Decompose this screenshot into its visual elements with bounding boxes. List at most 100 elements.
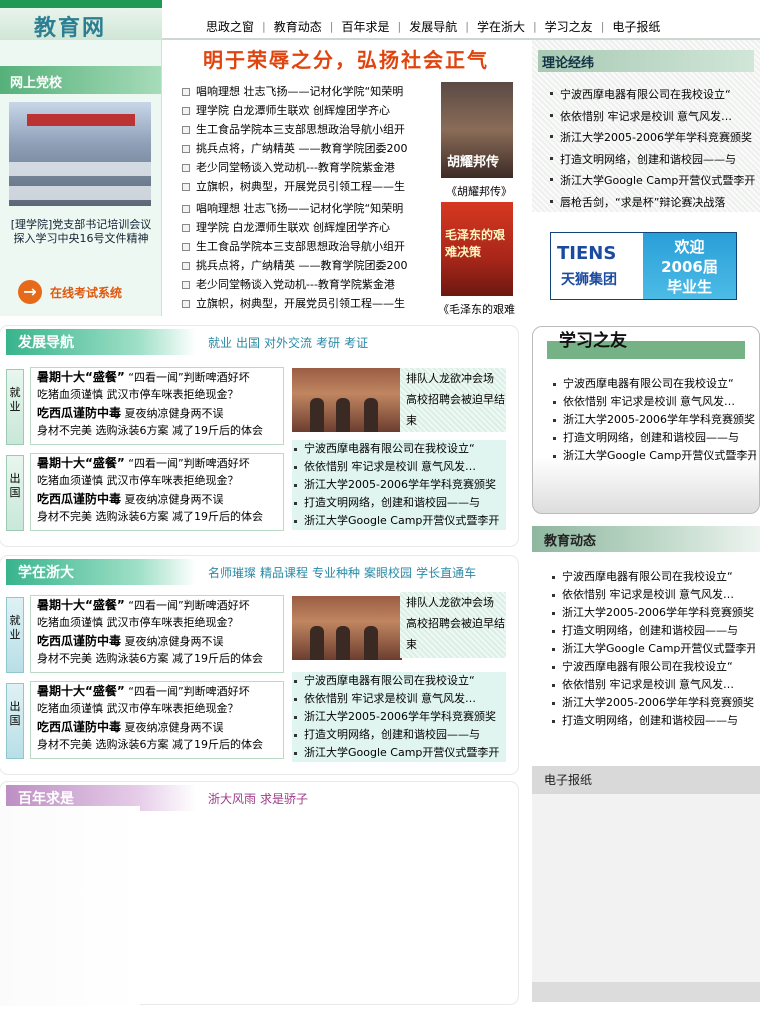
online-school-title: 网上党校 (0, 66, 161, 94)
tiens-ad-banner[interactable]: TIENS 天狮集团 欢迎 2006届 毕业生 (550, 232, 737, 300)
list-item[interactable]: 立旗帜，树典型，开展党员引领工程——生 (180, 294, 423, 313)
list-item[interactable]: 唱响理想 壮志飞扬——记材化学院“知荣明 (180, 199, 423, 218)
list-item[interactable]: 浙江大学2005-2006学年学科竞赛颁奖 (292, 708, 506, 726)
list-item[interactable]: 理学院 白龙潭师生联欢 创辉煌团学齐心 (180, 101, 423, 120)
news-line-highlight: 暑期十大“盛餐” (37, 684, 125, 698)
tab-employment[interactable]: 就业 (6, 597, 24, 673)
news-line[interactable]: 身材不完美 选购泳装6方案 减了19斤后的体会 (31, 422, 283, 440)
list-item[interactable]: 唇枪舌剑，“求是杯”辩论赛决战落 (548, 192, 756, 214)
news-line[interactable]: 吃猪血须谨慎 武汉市停车咪表拒绝现金？ (31, 386, 283, 404)
list-item[interactable]: 老少同堂畅谈入党动机---教育学院紫金港 (180, 275, 423, 294)
nav-item[interactable]: 电子报纸 (604, 18, 668, 35)
job-fair-photo[interactable] (292, 368, 402, 432)
news-line[interactable]: 吃猪血须谨慎 武汉市停车咪表拒绝现金？ (31, 614, 283, 632)
list-item[interactable]: 浙江大学2005-2006学年学科竞赛颁奖 (548, 127, 756, 149)
list-item[interactable]: 打造文明网络，创建和谐校园——与 (550, 712, 755, 730)
list-item[interactable]: 依依惜别 牢记求是校训 意气风发… (550, 586, 755, 604)
online-exam-link[interactable]: → 在线考试系统 (18, 280, 122, 304)
list-item[interactable]: 生工食品学院本三支部思想政治导航小组开 (180, 237, 423, 256)
tab-abroad[interactable]: 出国 (6, 455, 24, 531)
news-line[interactable]: 吃西瓜谨防中毒 夏夜纳凉健身两不误 (31, 632, 283, 650)
news-line[interactable]: 吃西瓜谨防中毒 夏夜纳凉健身两不误 (31, 718, 283, 736)
section-link[interactable]: 精品课程 (260, 566, 308, 580)
list-item[interactable]: 理学院 白龙潭师生联欢 创辉煌团学齐心 (180, 218, 423, 237)
section-link[interactable]: 对外交流 (264, 336, 312, 350)
section-link[interactable]: 考研 (316, 336, 340, 350)
list-item[interactable]: 浙江大学Google Camp开营仪式暨李开 (548, 170, 756, 192)
list-item[interactable]: 浙江大学2005-2006学年学科竞赛颁奖 (550, 694, 755, 712)
list-item[interactable]: 宁波西摩电器有限公司在我校设立“ (292, 440, 506, 458)
book-caption[interactable]: 《毛泽东的艰难 (438, 301, 520, 317)
nav-item[interactable]: 学在浙大 (469, 18, 533, 35)
study-friend-panel: 学习之友 宁波西摩电器有限公司在我校设立“ 依依惜别 牢记求是校训 意气风发… 浙江… (532, 326, 760, 514)
news-line[interactable]: 吃西瓜谨防中毒 夏夜纳凉健身两不误 (31, 404, 283, 422)
news-line[interactable]: 吃西瓜谨防中毒 夏夜纳凉健身两不误 (31, 490, 283, 508)
list-item[interactable]: 依依惜别 牢记求是校训 意气风发… (551, 393, 756, 411)
list-item[interactable]: 宁波西摩电器有限公司在我校设立“ (550, 658, 755, 676)
list-item[interactable]: 唱响理想 壮志飞扬——记材化学院“知荣明 (180, 82, 423, 101)
section-link[interactable]: 出国 (236, 336, 260, 350)
news-line[interactable]: 暑期十大“盛餐” “四看一闻”判断啤酒好坏 (31, 596, 283, 614)
section-link[interactable]: 案眼校园 (364, 566, 412, 580)
training-photo[interactable] (9, 102, 151, 206)
list-item[interactable]: 依依惜别 牢记求是校训 意气风发… (292, 690, 506, 708)
list-item[interactable]: 生工食品学院本三支部思想政治导航小组开 (180, 120, 423, 139)
book-cover-hu-yaobang[interactable]: 胡耀邦传 (441, 82, 513, 178)
list-item[interactable]: 打造文明网络，创建和谐校园——与 (548, 149, 756, 171)
section-link[interactable]: 学长直通车 (416, 566, 476, 580)
nav-item[interactable]: 思政之窗 (198, 18, 262, 35)
news-line[interactable]: 身材不完美 选购泳装6方案 减了19斤后的体会 (31, 736, 283, 754)
list-item[interactable]: 浙江大学Google Camp开营仪式暨李开 (292, 512, 506, 530)
list-item[interactable]: 打造文明网络，创建和谐校园——与 (292, 494, 506, 512)
section-link[interactable]: 就业 (208, 336, 232, 350)
site-logo[interactable]: 教育网 (0, 8, 162, 41)
list-item[interactable]: 宁波西摩电器有限公司在我校设立“ (550, 568, 755, 586)
job-fair-photo[interactable] (292, 596, 402, 660)
section-link[interactable]: 考证 (344, 336, 368, 350)
list-item[interactable]: 打造文明网络，创建和谐校园——与 (550, 622, 755, 640)
nav-item[interactable]: 发展导航 (401, 18, 465, 35)
nav-item[interactable]: 学习之友 (537, 18, 601, 35)
photo-caption[interactable]: [理学院]党支部书记培训会议 探入学习中央16号文件精神 (8, 218, 154, 246)
list-item[interactable]: 立旗帜，树典型，开展党员引领工程——生 (180, 177, 423, 196)
list-item[interactable]: 浙江大学Google Camp开营仪式暨李开 (550, 640, 755, 658)
list-item[interactable]: 依依惜别 牢记求是校训 意气风发… (550, 676, 755, 694)
tab-abroad[interactable]: 出国 (6, 683, 24, 759)
list-item[interactable]: 打造文明网络，创建和谐校园——与 (551, 429, 756, 447)
section-link[interactable]: 浙大风雨 (208, 792, 256, 806)
list-item[interactable]: 宁波西摩电器有限公司在我校设立“ (551, 375, 756, 393)
list-item[interactable]: 挑兵点将，广纳精英 ——教育学院团委200 (180, 256, 423, 275)
photo-figure (336, 626, 350, 660)
news-line-text: 吃猪血须谨慎 武汉市停车咪表拒绝现金？ (37, 474, 239, 487)
list-item[interactable]: 打造文明网络，创建和谐校园——与 (292, 726, 506, 744)
list-item[interactable]: 浙江大学Google Camp开营仪式暨李开 (551, 447, 756, 465)
news-line[interactable]: 暑期十大“盛餐” “四看一闻”判断啤酒好坏 (31, 682, 283, 700)
list-item[interactable]: 浙江大学2005-2006学年学科竞赛颁奖 (292, 476, 506, 494)
section-link[interactable]: 专业种种 (312, 566, 360, 580)
nav-item[interactable]: 教育动态 (266, 18, 330, 35)
list-item[interactable]: 浙江大学2005-2006学年学科竞赛颁奖 (551, 411, 756, 429)
nav-item[interactable]: 百年求是 (333, 18, 397, 35)
news-line[interactable]: 身材不完美 选购泳装6方案 减了19斤后的体会 (31, 508, 283, 526)
list-item[interactable]: 宁波西摩电器有限公司在我校设立“ (292, 672, 506, 690)
list-item[interactable]: 老少同堂畅谈入党动机---教育学院紫金港 (180, 158, 423, 177)
news-line[interactable]: 暑期十大“盛餐” “四看一闻”判断啤酒好坏 (31, 368, 283, 386)
tab-employment[interactable]: 就业 (6, 369, 24, 445)
news-line[interactable]: 身材不完美 选购泳装6方案 减了19斤后的体会 (31, 650, 283, 668)
news-line[interactable]: 暑期十大“盛餐” “四看一闻”判断啤酒好坏 (31, 454, 283, 472)
book-cover-mao-zedong[interactable]: 毛泽东的艰难决策 (441, 202, 513, 296)
list-item[interactable]: 宁波西摩电器有限公司在我校设立“ (548, 84, 756, 106)
news-line[interactable]: 吃猪血须谨慎 武汉市停车咪表拒绝现金？ (31, 700, 283, 718)
theory-list: 宁波西摩电器有限公司在我校设立“ 依依惜别 牢记求是校训 意气风发… 浙江大学200… (548, 84, 756, 213)
news-line[interactable]: 吃猪血须谨慎 武汉市停车咪表拒绝现金？ (31, 472, 283, 490)
list-item[interactable]: 浙江大学2005-2006学年学科竞赛颁奖 (550, 604, 755, 622)
section-link[interactable]: 名师璀璨 (208, 566, 256, 580)
list-item[interactable]: 依依惜别 牢记求是校训 意气风发… (548, 106, 756, 128)
list-item[interactable]: 挑兵点将，广纳精英 ——教育学院团委200 (180, 139, 423, 158)
job-fair-headline[interactable]: 排队人龙欲冲会场 高校招聘会被迫早结束 (400, 368, 506, 432)
list-item[interactable]: 依依惜别 牢记求是校训 意气风发… (292, 458, 506, 476)
section-link[interactable]: 求是骄子 (260, 792, 308, 806)
list-item[interactable]: 浙江大学Google Camp开营仪式暨李开 (292, 744, 506, 762)
job-fair-headline[interactable]: 排队人龙欲冲会场 高校招聘会被迫早结束 (400, 592, 506, 658)
book-caption[interactable]: 《胡耀邦传》 (446, 183, 512, 199)
